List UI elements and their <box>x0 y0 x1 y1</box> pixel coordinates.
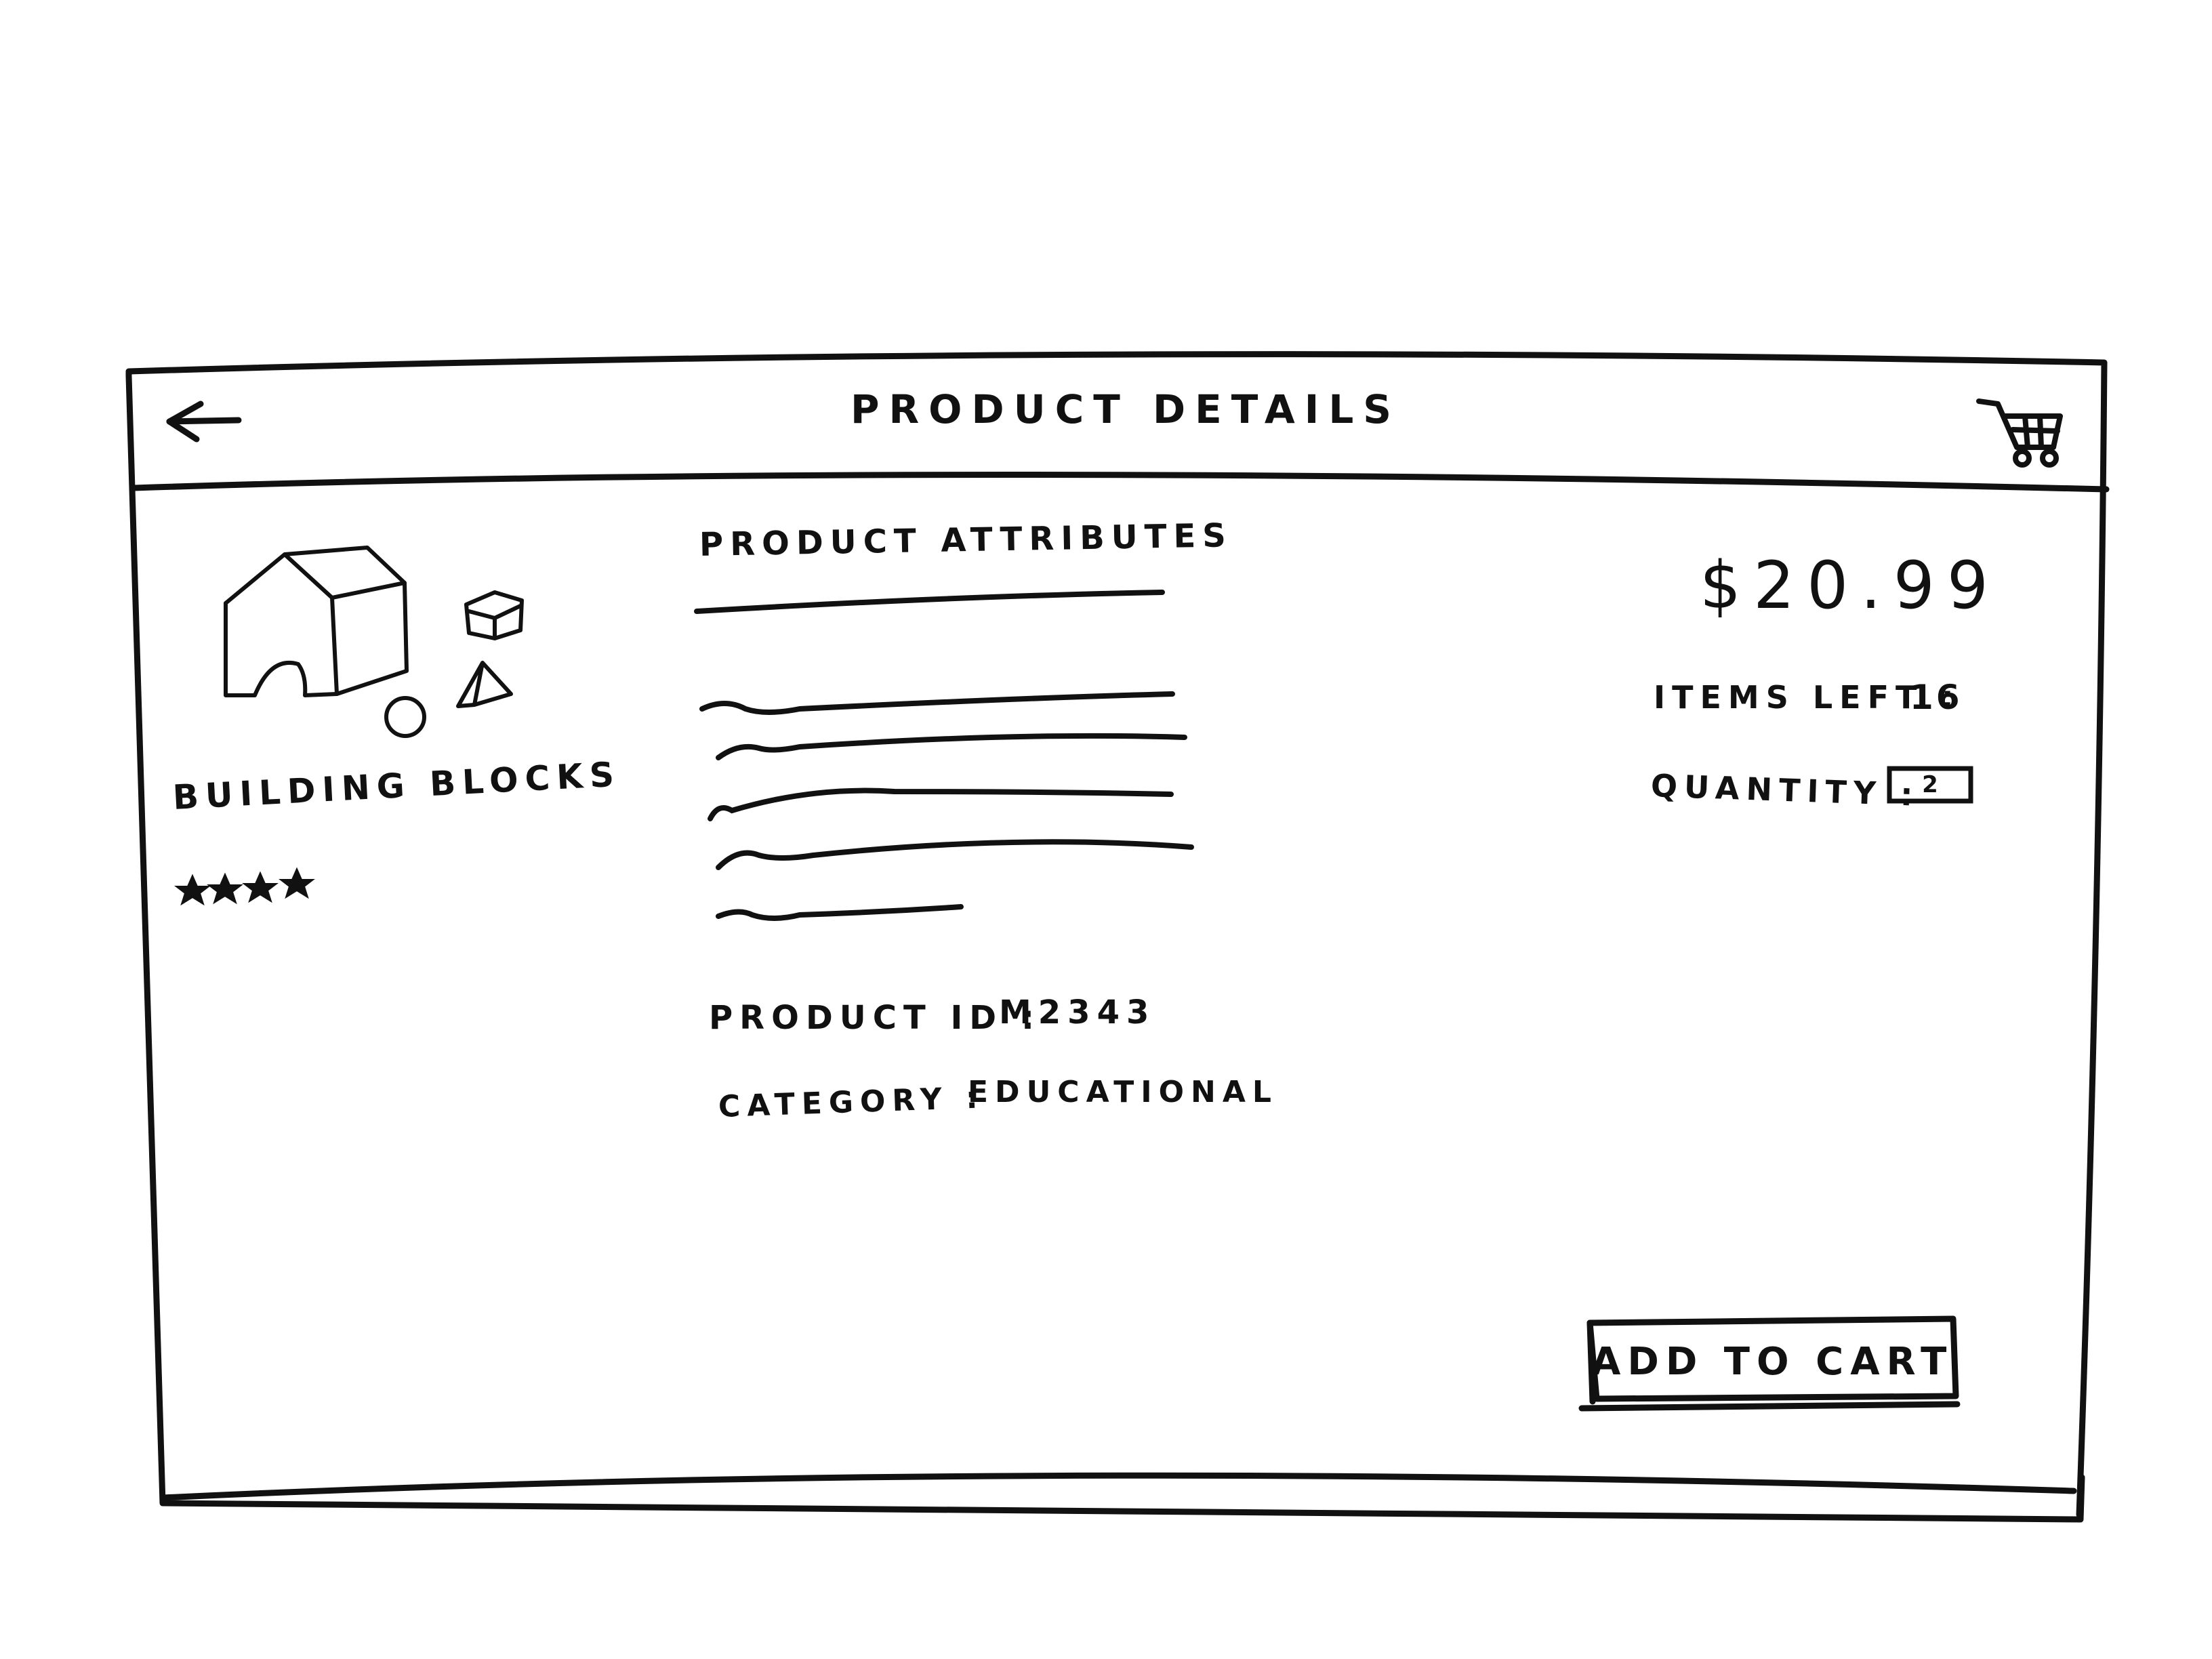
product-id-value: M2343 <box>999 994 1156 1031</box>
star-icon <box>207 872 243 905</box>
header-divider <box>131 471 2110 493</box>
star-rating <box>174 867 315 906</box>
cart-button[interactable] <box>1971 393 2072 469</box>
back-button[interactable] <box>160 397 248 446</box>
product-price: $20.99 <box>1700 548 2001 623</box>
star-icon <box>174 874 211 906</box>
building-blocks-image <box>224 546 524 738</box>
items-left-value: 16 <box>1910 678 1963 717</box>
star-icon <box>242 871 279 903</box>
product-id-label: PRODUCT ID : <box>709 999 1042 1037</box>
page-title: PRODUCT DETAILS <box>851 386 1401 432</box>
add-to-cart-button[interactable]: ADD TO CART <box>1591 1320 1953 1404</box>
star-icon <box>279 867 315 899</box>
category-value: EDUCATIONAL <box>968 1075 1278 1109</box>
attribute-placeholder-lines <box>694 590 1194 921</box>
quantity-input[interactable]: 2 <box>1889 769 1971 801</box>
wireframe-sketch <box>125 351 2110 1523</box>
